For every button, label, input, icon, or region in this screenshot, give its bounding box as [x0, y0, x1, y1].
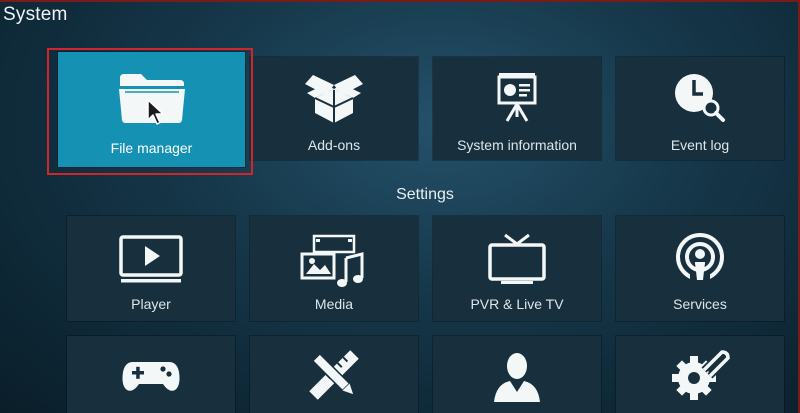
section-heading-settings: Settings [396, 186, 454, 203]
tile-interface[interactable] [250, 336, 418, 413]
user-profile-icon [494, 353, 540, 402]
mouse-pointer-icon [147, 99, 164, 125]
tile-label: Player [131, 296, 171, 312]
presentation-board-icon [497, 73, 537, 122]
tile-label: Add-ons [307, 137, 361, 153]
tile-label: Event log [670, 137, 730, 153]
tile-label: Services [673, 296, 727, 312]
tile-system[interactable] [616, 336, 784, 413]
tile-event-log[interactable]: Event log [616, 57, 784, 160]
page-title: System [3, 4, 68, 25]
window-border-top [0, 0, 800, 2]
tile-pvr-live-tv[interactable]: PVR & Live TV [433, 216, 601, 321]
tile-media[interactable]: Media [250, 216, 418, 321]
clock-search-icon [675, 74, 725, 122]
gamepad-icon [122, 362, 180, 391]
open-box-icon [305, 75, 363, 123]
gear-wrench-icon [672, 348, 730, 400]
tile-system-information[interactable]: System information [433, 57, 601, 160]
podcast-icon [676, 233, 724, 286]
tv-icon [488, 233, 546, 284]
tile-services[interactable]: Services [616, 216, 784, 321]
video-player-icon [119, 235, 183, 283]
tile-label: System information [457, 137, 577, 153]
kodi-system-screen: System File manager Add-ons System infor… [0, 0, 800, 413]
tile-add-ons[interactable]: Add-ons [250, 57, 418, 160]
tile-label: PVR & Live TV [470, 296, 564, 312]
tile-profiles[interactable] [433, 336, 601, 413]
pencil-ruler-icon [309, 350, 359, 400]
media-icon [300, 234, 364, 287]
tile-label: Media [314, 296, 354, 312]
tile-player[interactable]: Player [67, 216, 235, 321]
tile-games[interactable] [67, 336, 235, 413]
